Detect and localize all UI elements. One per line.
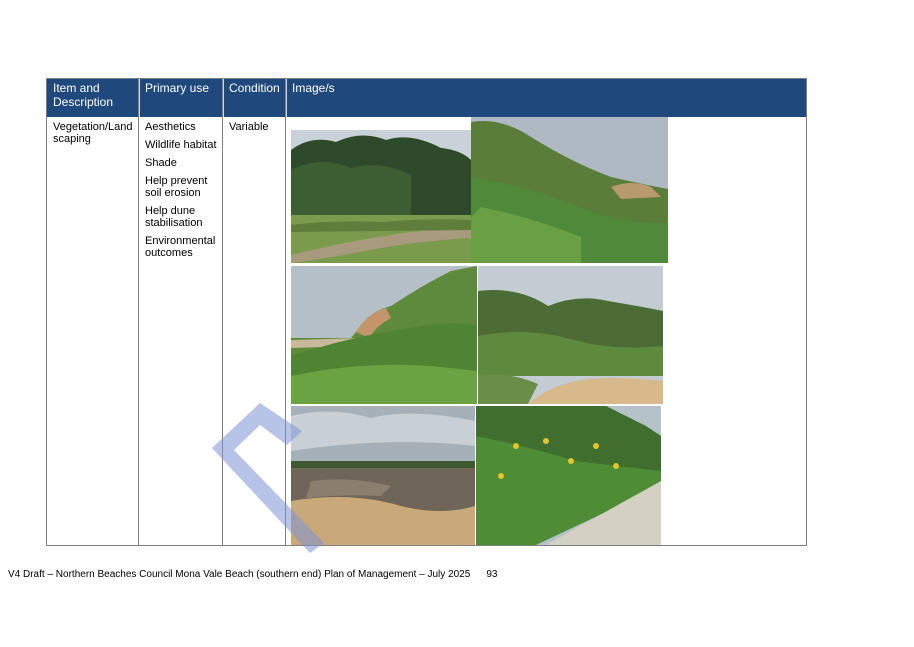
page-number: 93 bbox=[486, 569, 498, 580]
use-item: Shade bbox=[145, 157, 177, 169]
header-primary-use: Primary use bbox=[145, 81, 210, 95]
photo-dune-scrub bbox=[478, 266, 663, 404]
photo-flowering-shrubs bbox=[476, 406, 661, 545]
table-header-row: Item and Description Primary use Conditi… bbox=[47, 79, 806, 117]
use-item: Help dune stabilisation bbox=[145, 205, 203, 229]
photo-dune-slope bbox=[471, 117, 668, 263]
page-footer: V4 Draft – Northern Beaches Council Mona… bbox=[8, 569, 497, 580]
header-condition: Condition bbox=[229, 81, 280, 95]
photo-dune-cliff bbox=[291, 266, 477, 404]
item-line-2: scaping bbox=[53, 133, 91, 145]
header-item-description: Item and Description bbox=[53, 81, 114, 109]
cell-condition: Variable bbox=[229, 121, 269, 133]
use-item: Wildlife habitat bbox=[145, 139, 217, 151]
use-item: Help prevent soil erosion bbox=[145, 175, 208, 199]
item-line-1: Vegetation/Land bbox=[53, 121, 133, 133]
footer-text: V4 Draft – Northern Beaches Council Mona… bbox=[8, 569, 471, 580]
document-page: Item and Description Primary use Conditi… bbox=[0, 0, 914, 647]
use-item: Aesthetics bbox=[145, 121, 196, 133]
cell-primary-use: Aesthetics Wildlife habitat Shade Help p… bbox=[139, 119, 223, 267]
header-images: Image/s bbox=[292, 81, 335, 95]
use-item: Environmental outcomes bbox=[145, 235, 216, 259]
photo-coastal-shrubs bbox=[291, 130, 471, 263]
cell-item: Vegetation/Land scaping bbox=[47, 119, 139, 147]
photo-sandy-area bbox=[291, 406, 475, 545]
column-divider bbox=[285, 79, 286, 545]
